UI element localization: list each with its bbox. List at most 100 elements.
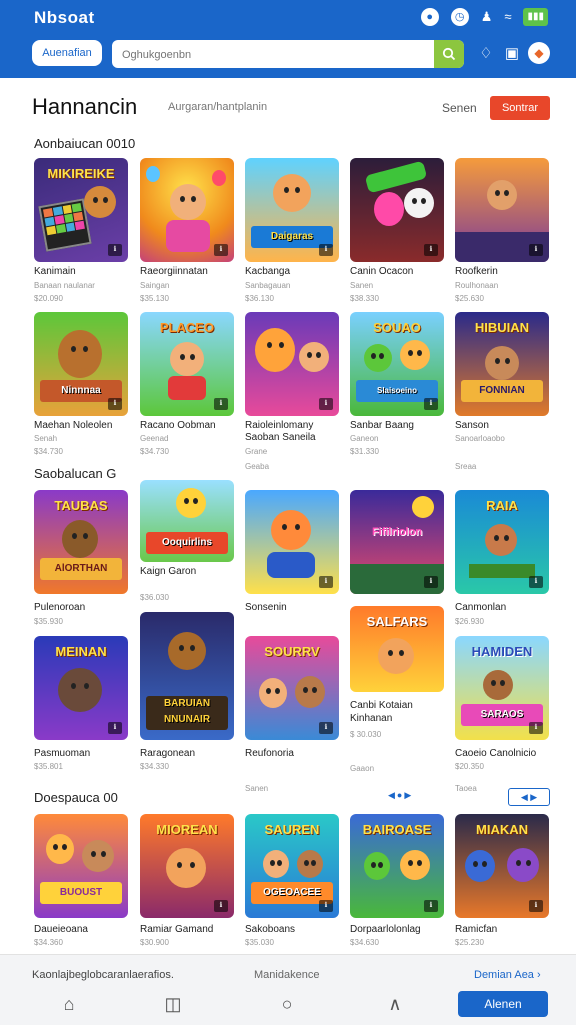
carousel-dots[interactable]: ◀●▶ [388, 790, 413, 801]
tile-meta: Sanen [350, 281, 374, 290]
search-button[interactable] [434, 40, 464, 68]
top-toolbar: Auenafian ♢ ▣ ◆ [0, 34, 576, 78]
game-tile[interactable]: ℹ [245, 490, 339, 594]
notification-icon[interactable]: ● [420, 8, 439, 26]
tile-caption[interactable]: Canmonlan [455, 602, 506, 613]
tile-caption[interactable]: Pulenoroan [34, 602, 85, 613]
clock-icon[interactable]: ◷ [450, 8, 469, 26]
tile-meta: Roulhonaan [455, 281, 499, 290]
tile-caption[interactable]: Kanimain [34, 266, 76, 277]
tile-caption[interactable]: Daueieoana [34, 924, 88, 935]
home-icon[interactable]: ⌂ [58, 993, 80, 1015]
game-tile[interactable]: HIBUIAN FONNIAN [455, 312, 549, 416]
character-icon [176, 488, 206, 518]
brand-logo: Nbsoat [34, 8, 95, 27]
game-tile[interactable]: BUOUST [34, 814, 128, 918]
search-input[interactable] [112, 40, 434, 68]
game-tile[interactable]: MIAKAN ℹ [455, 814, 549, 918]
tile-caption[interactable]: Sanbar Baang [350, 420, 414, 431]
tile-caption[interactable]: Canbi Kotaian [350, 700, 413, 711]
tile-caption[interactable]: Raeorgiinnatan [140, 266, 208, 277]
account-button[interactable]: Auenafian [32, 40, 102, 66]
game-tile[interactable]: SOUAO Slaisoeino ℹ [350, 312, 444, 416]
battery-icon: ▮▮▮ [523, 8, 548, 26]
character-icon [364, 344, 392, 372]
character-icon [297, 850, 323, 878]
game-tile[interactable]: ℹ [455, 158, 549, 262]
game-tile[interactable]: Daigaras ℹ [245, 158, 339, 262]
tile-caption[interactable]: Raioleinlomany [245, 420, 313, 431]
circle-icon[interactable]: ○ [276, 993, 298, 1015]
tile-price: $25.630 [455, 294, 484, 303]
game-tile[interactable]: TAUBAS AlORTHAN [34, 490, 128, 594]
character-icon [170, 184, 206, 220]
game-tile[interactable]: Fifilriolon ℹ [350, 490, 444, 594]
info-badge: ℹ [214, 244, 228, 256]
game-tile[interactable]: Ooquirlins [140, 480, 234, 562]
tile-caption[interactable]: Racano Oobman [140, 420, 216, 431]
game-tile[interactable]: SAUREN OGEOACEE ℹ [245, 814, 339, 918]
game-tile[interactable]: BAIROASE ℹ [350, 814, 444, 918]
tile-caption[interactable]: Sonsenin [245, 602, 287, 613]
primary-action-button[interactable]: Alenen [458, 991, 548, 1017]
profile-icon[interactable]: ∧ [384, 993, 406, 1015]
footer-more-link[interactable]: Demian Aea › [474, 969, 541, 981]
game-tile[interactable]: MEINAN ℹ [34, 636, 128, 740]
tile-caption[interactable]: Raragonean [140, 748, 195, 759]
game-tile[interactable]: Ninnnaa ℹ [34, 312, 128, 416]
sort-button[interactable]: Sontrar [490, 96, 550, 120]
monkey-icon [168, 632, 206, 670]
game-tile[interactable]: ℹ [350, 158, 444, 262]
character-icon [62, 520, 98, 558]
tile-price: $20.350 [455, 762, 484, 771]
character-icon [299, 342, 329, 372]
tile-price: $20.090 [34, 294, 63, 303]
user-icon[interactable]: ♟ [481, 8, 493, 26]
character-icon [295, 676, 325, 708]
tile-caption[interactable]: Pasmuoman [34, 748, 90, 759]
tile-caption[interactable]: Maehan Noleolen [34, 420, 112, 431]
game-tile[interactable]: SOURRV ℹ [245, 636, 339, 740]
tile-caption[interactable]: Dorpaarlolonlag [350, 924, 421, 935]
tile-caption-line2: Kinhanan [350, 713, 393, 724]
game-tile[interactable]: BARUIAN NNUNAIR [140, 612, 234, 740]
footer-text: Kaonlajbeglobcaranlaerafios. [32, 969, 174, 981]
game-tile[interactable]: SALFARS [350, 606, 444, 692]
tile-caption[interactable]: Canin Ocacon [350, 266, 413, 277]
footer-link[interactable]: Manidakence [254, 969, 319, 981]
game-tile[interactable]: PLACEO ℹ [140, 312, 234, 416]
game-tile[interactable]: ℹ [140, 158, 234, 262]
balloon-icon [374, 192, 404, 226]
game-tile[interactable]: MIOREAN ℹ [140, 814, 234, 918]
cart-icon[interactable]: ▣ [502, 44, 522, 64]
tile-meta-extra: Sreaa [455, 462, 477, 471]
tile-caption[interactable]: Kacbanga [245, 266, 290, 277]
mascot-icon [84, 186, 116, 218]
info-badge: ℹ [529, 244, 543, 256]
tile-price: $31.330 [350, 447, 379, 456]
tile-caption[interactable]: Reufonoria [245, 748, 294, 759]
carousel-arrows[interactable]: ◀ ▶ [508, 788, 550, 806]
tile-caption[interactable]: Sakoboans [245, 924, 295, 935]
game-tile[interactable]: ℹ [245, 312, 339, 416]
tile-meta-extra: Gaaon [350, 764, 375, 773]
avatar[interactable]: ◆ [528, 42, 550, 64]
tile-price: $35.030 [245, 938, 274, 947]
tile-caption[interactable]: Ramiar Gamand [140, 924, 213, 935]
tile-caption[interactable]: Sanson [455, 420, 489, 431]
game-tile[interactable]: RAIA ℹ [455, 490, 549, 594]
character-icon [255, 328, 295, 372]
tile-price: $36.130 [245, 294, 274, 303]
tile-price: $ 30.030 [350, 730, 382, 739]
tile-price: $36.030 [140, 593, 169, 602]
page-title: Hannancin [32, 94, 138, 119]
tile-caption[interactable]: Caoeio Canolnicio [455, 748, 536, 759]
game-tile[interactable]: HAMIDEN SARAOS ℹ [455, 636, 549, 740]
tile-caption[interactable]: Roofkerin [455, 266, 498, 277]
tile-caption[interactable]: Ramicfan [455, 924, 497, 935]
tile-caption[interactable]: Kaign Garon [140, 566, 196, 577]
game-tile[interactable]: MIKIREIKE ℹ [34, 158, 128, 262]
bell-icon[interactable]: ♢ [476, 44, 496, 64]
character-icon [465, 850, 495, 882]
library-icon[interactable]: ◫ [162, 993, 184, 1015]
